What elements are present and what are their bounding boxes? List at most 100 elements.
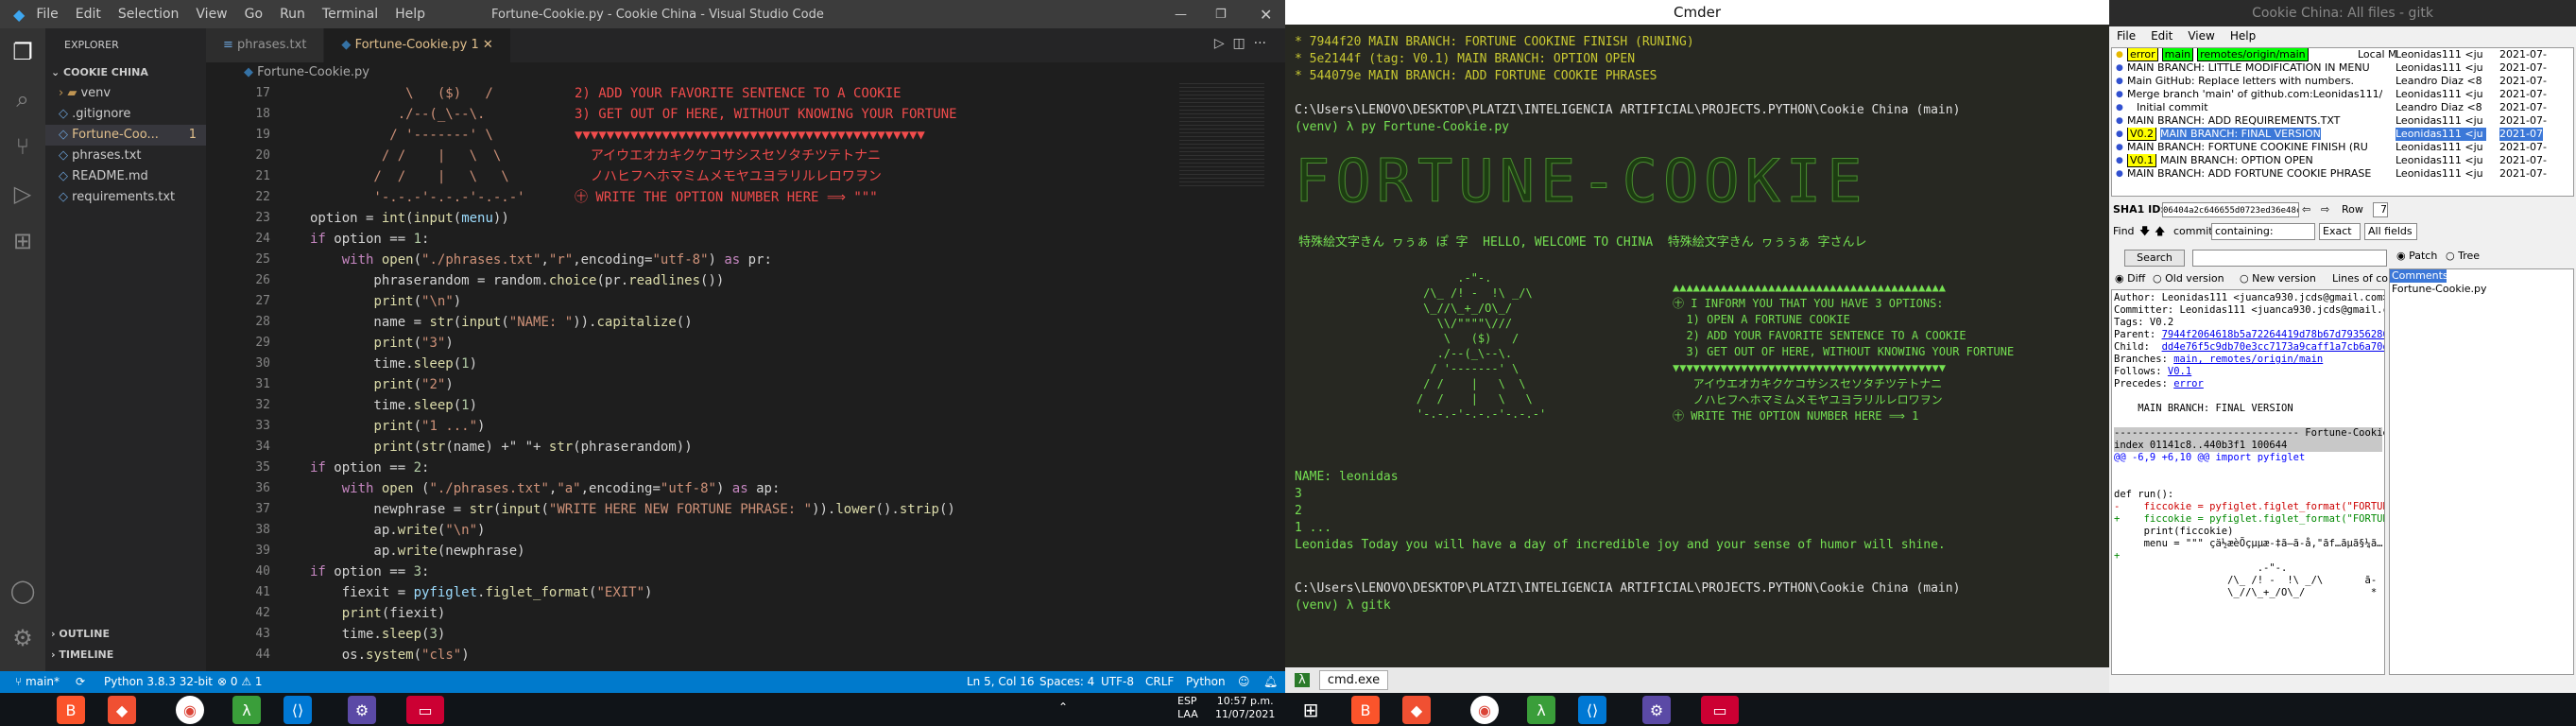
timeline-section[interactable]: › TIMELINE [45, 645, 206, 666]
file-entry[interactable]: Fortune-Cookie.py [2390, 283, 2573, 296]
cmder-icon-2[interactable]: λ [1527, 696, 1555, 724]
language-mode[interactable]: Python [1186, 671, 1226, 693]
restore-button[interactable]: ❐ [1215, 8, 1227, 22]
gitk-taskbar-icon-2[interactable]: ▭ [1701, 696, 1739, 724]
more-actions-icon[interactable]: ··· [1254, 36, 1266, 51]
search-button[interactable]: Search [2124, 250, 2185, 267]
containing-select[interactable]: containing: [2211, 223, 2315, 240]
commit-row[interactable]: ● MAIN BRANCH: ADD FORTUNE COOKIE PHRASE L… [2112, 167, 2573, 181]
notifications-icon[interactable]: 🔔︎ [1263, 671, 1278, 693]
account-icon[interactable]: ◯ [0, 567, 45, 614]
brave-icon-2[interactable]: B [1351, 696, 1380, 724]
git-icon[interactable]: ◆ [108, 696, 136, 724]
commit-row[interactable]: ● MAIN BRANCH: ADD REQUIREMENTS.TXT Leonid… [2112, 114, 2573, 128]
line-ending[interactable]: CRLF [1145, 671, 1174, 693]
encoding[interactable]: UTF-8 [1101, 671, 1134, 693]
tab-fortune-cookie[interactable]: ◆ Fortune-Cookie.py 1 ✕ [324, 28, 511, 62]
extensions-icon[interactable]: ⊞ [0, 217, 45, 265]
file-item[interactable]: › ▰ venv [45, 83, 206, 104]
detail-link[interactable]: dd4e76f5c9db70e3cc7173a9caff1a7cb6a70d5 [2162, 341, 2384, 353]
settings-gear-icon[interactable]: ⚙ [0, 614, 45, 662]
comments-entry[interactable]: Comments [2390, 269, 2448, 283]
menu-item-help[interactable]: Help [395, 7, 425, 22]
settings-taskbar-icon-2[interactable]: ⚙ [1642, 696, 1671, 724]
vscode-taskbar-icon-2[interactable]: ⟨⟩ [1578, 696, 1606, 724]
chrome-icon-2[interactable]: ◉ [1470, 696, 1499, 724]
file-item[interactable]: ◇ Fortune-Coo... 1 [45, 125, 206, 146]
commit-row[interactable]: ● V0.1 MAIN BRANCH: OPTION OPEN Leonidas111… [2112, 154, 2573, 167]
code-editor[interactable]: 17 18 19 20 21 22 23 24 25 26 27 28 29 30 31 32 33 34 35 36… [206, 83, 1285, 671]
all-fields-select[interactable]: All fields [2364, 223, 2417, 240]
tab-phrases[interactable]: ≡ phrases.txt [206, 28, 325, 62]
python-interpreter[interactable]: Python 3.8.3 32-bit [104, 671, 213, 693]
minimap[interactable] [1179, 83, 1264, 187]
cmder-icon[interactable]: λ [232, 696, 261, 724]
diff-radio[interactable]: ◉ Diff [2115, 272, 2145, 285]
search-field[interactable] [2192, 250, 2387, 267]
old-version-radio[interactable]: ○ Old version [2153, 272, 2224, 285]
commit-row[interactable]: ● Initial commit Leandro Diaz <8 2021-07- [2112, 101, 2573, 114]
gitk-menu-help[interactable]: Help [2230, 29, 2256, 43]
gitk-taskbar-icon[interactable]: ▭ [406, 696, 444, 724]
close-button[interactable]: ✕ [1260, 6, 1272, 24]
source-control-icon[interactable]: ⑂ [0, 123, 45, 170]
indentation[interactable]: Spaces: 4 [1039, 671, 1094, 693]
branch-status[interactable]: ⑂ main* [15, 671, 60, 693]
commit-row[interactable]: ● Merge branch 'main' of github.com:Leoni… [2112, 88, 2573, 101]
terminal-output[interactable]: * 7944f20 MAIN BRANCH: FORTUNE COOKINE F… [1295, 34, 2098, 658]
file-item[interactable]: ◇ README.md [45, 166, 206, 187]
exact-select[interactable]: Exact [2319, 223, 2361, 240]
menu-item-terminal[interactable]: Terminal [322, 7, 378, 22]
outline-section[interactable]: › OUTLINE [45, 624, 206, 645]
tray-up-icon[interactable]: ⌃ [1058, 700, 1068, 714]
windows-start-icon[interactable]: ⊞ [1297, 696, 1325, 724]
detail-link[interactable]: 7944f2064618b5a72264419d78b67d79356286e [2162, 329, 2384, 340]
patch-radio[interactable]: ◉ Patch [2396, 250, 2437, 262]
feedback-icon[interactable]: ☺ [1238, 671, 1250, 693]
gitk-menu-view[interactable]: View [2188, 29, 2214, 43]
code-content[interactable]: \ ($) / 2) ADD YOUR FAVORITE SENTENCE TO … [310, 83, 1255, 666]
find-up-icon[interactable]: 🡅 [2155, 221, 2165, 242]
file-item[interactable]: ◇ .gitignore [45, 104, 206, 125]
split-editor-icon[interactable]: ◫ [1233, 36, 1245, 51]
cursor-position[interactable]: Ln 5, Col 16 [967, 671, 1035, 693]
back-arrow-icon[interactable]: ⇦ [2302, 200, 2310, 219]
clock[interactable]: 10:57 p.m. 11/07/2021 [1215, 695, 1275, 721]
project-folder[interactable]: ⌄ COOKIE CHINA [45, 62, 206, 83]
forward-arrow-icon[interactable]: ⇨ [2321, 200, 2329, 219]
run-debug-icon[interactable]: ▷ [0, 170, 45, 217]
menu-item-view[interactable]: View [196, 7, 227, 22]
file-list-pane[interactable]: Comments Fortune-Cookie.py [2389, 268, 2574, 675]
git-icon-2[interactable]: ◆ [1402, 696, 1431, 724]
commit-details[interactable]: Author: Leonidas111 <juanca930.jcds@gmai… [2111, 289, 2385, 675]
find-down-icon[interactable]: 🡇 [2139, 221, 2150, 242]
run-python-icon[interactable]: ▷ [1214, 36, 1225, 51]
menu-item-selection[interactable]: Selection [118, 7, 180, 22]
file-item[interactable]: ◇ requirements.txt [45, 187, 206, 208]
commit-row[interactable]: ● V0.2 MAIN BRANCH: FINAL VERSION Leonidas1… [2112, 128, 2573, 141]
chrome-icon[interactable]: ◉ [176, 696, 204, 724]
commit-list[interactable]: ● error main remotes/origin/main Local M Leon… [2111, 47, 2574, 197]
commit-row[interactable]: ● Main GitHub: Replace letters with numbe… [2112, 75, 2573, 88]
file-item[interactable]: ◇ phrases.txt [45, 146, 206, 166]
brave-icon[interactable]: B [57, 696, 85, 724]
tree-radio[interactable]: ○ Tree [2446, 250, 2480, 262]
vscode-taskbar-icon[interactable]: ⟨⟩ [283, 696, 312, 724]
cmder-tab[interactable]: cmd.exe [1318, 670, 1389, 690]
detail-link[interactable]: V0.1 [2168, 366, 2191, 377]
settings-taskbar-icon[interactable]: ⚙ [348, 696, 376, 724]
gitk-menu-edit[interactable]: Edit [2151, 29, 2172, 43]
commit-row[interactable]: ● MAIN BRANCH: FORTUNE COOKINE FINISH (RU… [2112, 141, 2573, 154]
search-icon[interactable]: ⌕ [0, 76, 45, 123]
menu-item-run[interactable]: Run [280, 7, 305, 22]
language-indicator[interactable]: ESP LAA [1177, 695, 1198, 721]
commit-row[interactable]: ● MAIN BRANCH: LITTLE MODIFICATION IN MEN… [2112, 61, 2573, 75]
menu-item-edit[interactable]: Edit [76, 7, 101, 22]
explorer-icon[interactable]: ❐ [0, 28, 45, 76]
detail-link[interactable]: error [2173, 378, 2204, 389]
detail-link[interactable]: main, remotes/origin/main [2173, 354, 2323, 365]
breadcrumb[interactable]: ◆ Fortune-Cookie.py [206, 62, 1285, 83]
minimize-button[interactable]: — [1175, 8, 1187, 22]
new-version-radio[interactable]: ○ New version [2240, 272, 2316, 285]
sha-field[interactable]: 06404a2c646655d0723ed36e48cacb3cb1c276 [2162, 202, 2299, 217]
